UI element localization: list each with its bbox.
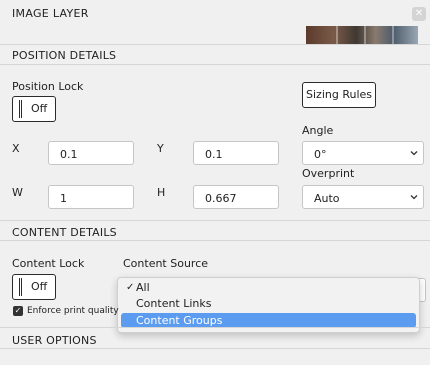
toggle-knob xyxy=(19,100,22,118)
option-label: All xyxy=(136,281,150,294)
divider xyxy=(0,240,430,241)
position-lock-label: Position Lock xyxy=(12,80,84,93)
content-source-select[interactable] xyxy=(419,278,426,302)
chevron-down-icon xyxy=(410,195,418,200)
divider xyxy=(0,220,430,221)
enforce-print-quality-label: Enforce print quality xyxy=(27,306,119,316)
x-label: X xyxy=(12,142,20,155)
y-label: Y xyxy=(157,142,164,155)
enforce-print-quality-checkbox[interactable]: ✓ xyxy=(13,306,23,316)
content-source-label: Content Source xyxy=(123,257,209,270)
divider xyxy=(0,44,430,45)
content-lock-label: Content Lock xyxy=(12,257,85,270)
w-input[interactable]: 1 xyxy=(48,185,134,209)
panel-title: IMAGE LAYER xyxy=(12,7,89,20)
overprint-value: Auto xyxy=(314,192,340,205)
close-icon[interactable]: ✕ xyxy=(412,7,426,21)
dropdown-option-all[interactable]: ✓ All xyxy=(121,280,416,295)
content-lock-toggle[interactable]: Off xyxy=(12,274,56,300)
sizing-rules-button[interactable]: Sizing Rules xyxy=(302,82,376,108)
divider xyxy=(0,327,430,328)
toggle-state: Off xyxy=(31,280,48,293)
angle-label: Angle xyxy=(302,124,334,137)
content-source-dropdown: ✓ All Content Links Content Groups xyxy=(117,277,420,333)
divider xyxy=(0,64,430,65)
position-lock-toggle[interactable]: Off xyxy=(12,96,56,122)
toggle-knob xyxy=(19,278,22,296)
h-input[interactable]: 0.667 xyxy=(193,185,279,209)
overprint-label: Overprint xyxy=(302,167,355,180)
option-label: Content Groups xyxy=(136,314,223,327)
user-options-heading: USER OPTIONS xyxy=(12,334,97,347)
overprint-select[interactable]: Auto xyxy=(302,185,424,209)
image-thumbnail xyxy=(306,26,418,44)
option-label: Content Links xyxy=(136,297,212,310)
chevron-down-icon xyxy=(410,151,418,156)
x-input[interactable]: 0.1 xyxy=(48,141,134,165)
divider xyxy=(0,348,430,349)
angle-value: 0° xyxy=(314,148,327,161)
toggle-state: Off xyxy=(31,102,48,115)
dropdown-option-content-groups[interactable]: Content Groups xyxy=(121,313,416,328)
h-label: H xyxy=(157,186,166,199)
position-details-heading: POSITION DETAILS xyxy=(12,49,117,62)
w-label: W xyxy=(12,186,23,199)
angle-select[interactable]: 0° xyxy=(302,141,424,165)
content-details-heading: CONTENT DETAILS xyxy=(12,226,117,239)
dropdown-option-content-links[interactable]: Content Links xyxy=(121,296,416,311)
checkmark-icon: ✓ xyxy=(126,282,135,293)
y-input[interactable]: 0.1 xyxy=(193,141,279,165)
